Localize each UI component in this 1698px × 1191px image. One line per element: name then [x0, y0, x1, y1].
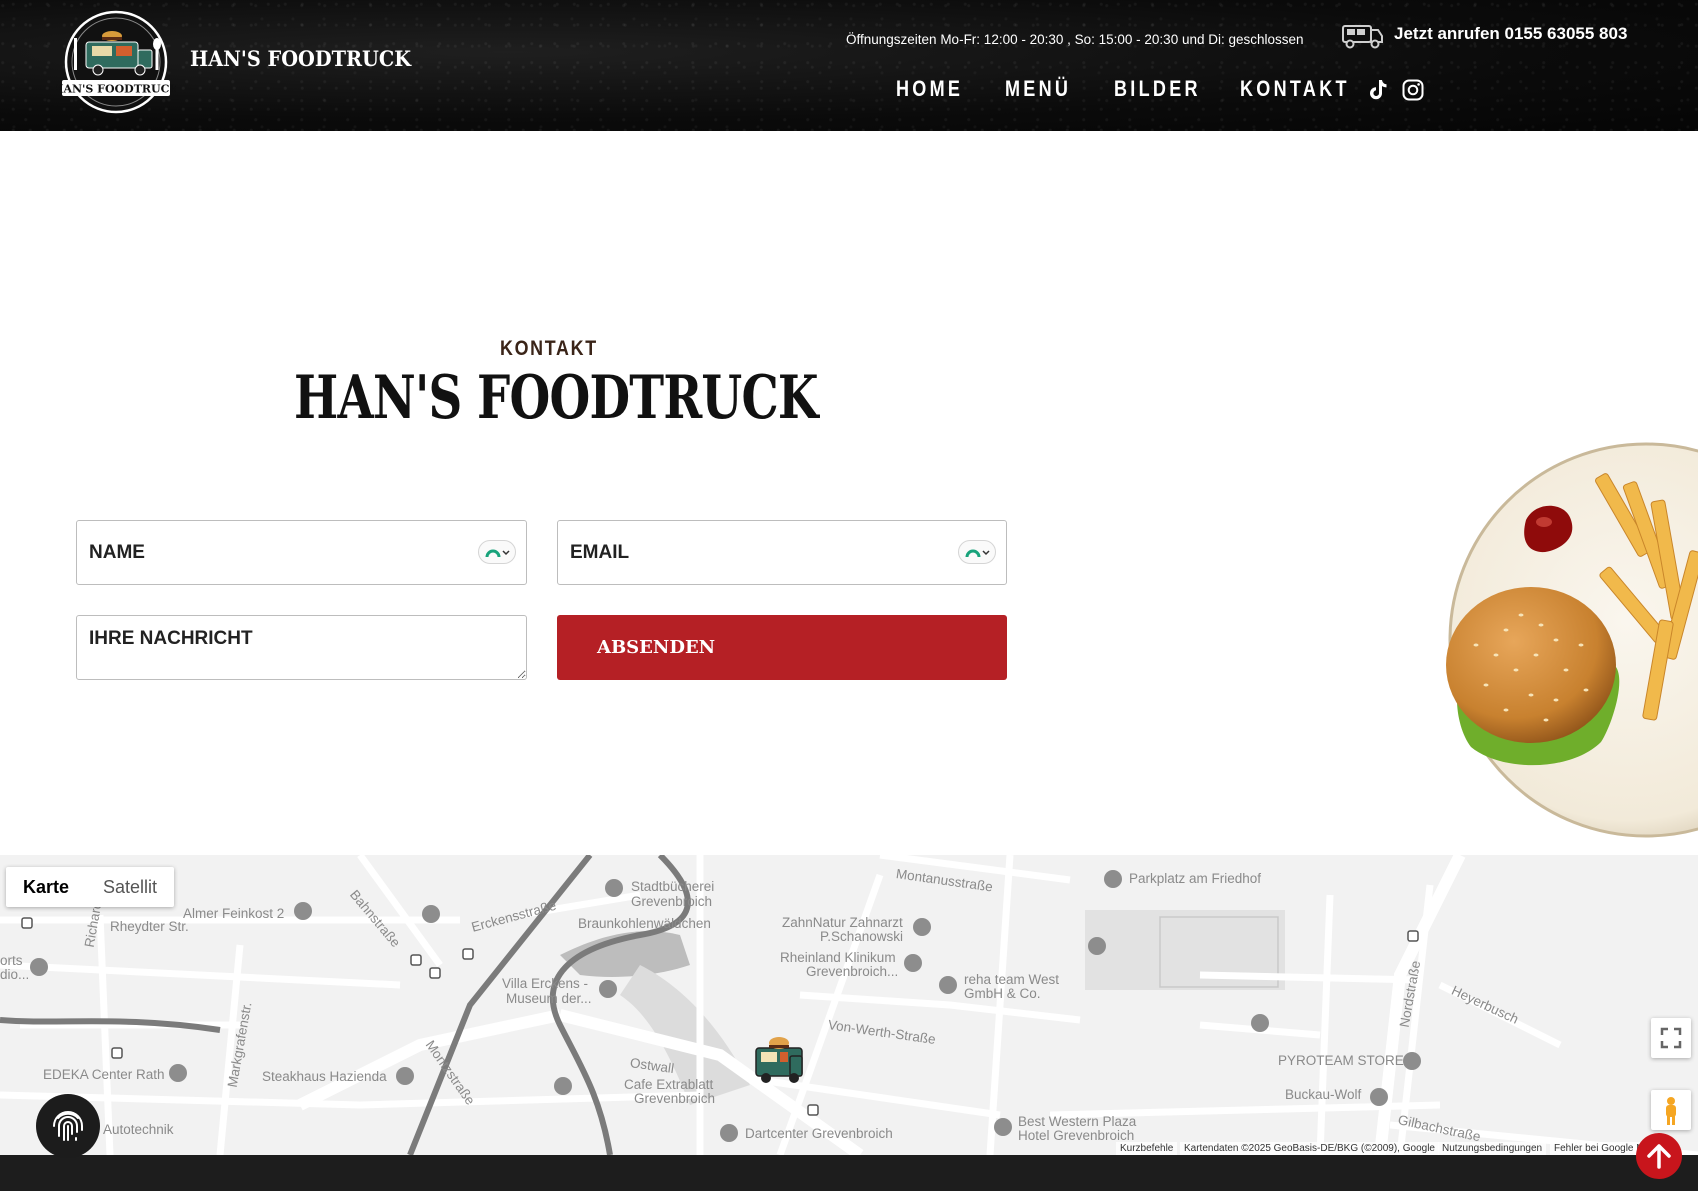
map-label: Rheydter Str.: [110, 919, 189, 934]
map-label: Stadtbücherei: [631, 879, 715, 894]
nav-home[interactable]: HOME: [896, 76, 963, 102]
food-truck-icon: [1342, 25, 1383, 49]
map-label: P.Schanowski: [820, 929, 904, 944]
map-type-satellit[interactable]: Satellit: [86, 867, 174, 907]
map-label: PYROTEAM STORE: [1278, 1053, 1404, 1068]
map-shortcuts-link[interactable]: Kurzbefehle: [1116, 1142, 1178, 1156]
password-manager-icon[interactable]: [958, 540, 996, 564]
opening-hours: Öffnungszeiten Mo-Fr: 12:00 - 20:30 , So…: [846, 32, 1304, 47]
fingerprint-icon: [53, 1111, 83, 1141]
map-type-karte[interactable]: Karte: [6, 867, 86, 907]
map-label: Grevenbroich: [631, 894, 713, 909]
brand-name[interactable]: HAN'S FOODTRUCK: [190, 46, 411, 71]
logo-icon[interactable]: HAN'S FOODTRUCK: [56, 8, 176, 118]
map-label: Museum der...: [506, 991, 592, 1006]
map-label: Grevenbroich: [634, 1091, 716, 1106]
fullscreen-button[interactable]: [1651, 1018, 1691, 1058]
burger-plate-image: [1446, 440, 1698, 840]
map-label: dio...: [0, 967, 30, 982]
map-label: Grevenbroich...: [806, 964, 899, 979]
page-title: HAN'S FOODTRUCK: [294, 363, 819, 433]
map-label: GmbH & Co.: [964, 986, 1041, 1001]
section-eyebrow: KONTAKT: [500, 337, 598, 360]
logo-text: HAN'S FOODTRUCK: [56, 83, 176, 96]
map-terms-link[interactable]: Nutzungsbedingungen: [1438, 1142, 1547, 1156]
map-label: Braunkohlenwäldchen: [578, 916, 711, 931]
nav-menu[interactable]: MENÜ: [1005, 76, 1071, 102]
name-field[interactable]: [77, 521, 526, 584]
nav-kontakt[interactable]: KONTAKT: [1240, 76, 1350, 102]
map-label: Dartcenter Grevenbroich: [745, 1126, 893, 1141]
submit-button[interactable]: ABSENDEN: [557, 615, 1007, 680]
footer: [0, 1155, 1698, 1191]
site-header: HAN'S FOODTRUCK HAN'S FOODTRUCK Öffnungs…: [0, 0, 1698, 131]
pegman-icon: [1666, 1097, 1676, 1125]
street-view-button[interactable]: [1651, 1090, 1691, 1130]
nav-bilder[interactable]: BILDER: [1114, 76, 1201, 102]
arrow-up-icon: [1647, 1144, 1671, 1169]
map-label: EDEKA Center Rath: [43, 1067, 165, 1082]
map-label: Villa Erckens -: [502, 976, 589, 991]
message-field-wrapper: [76, 615, 527, 680]
cookie-settings-button[interactable]: [36, 1094, 100, 1158]
map-label: Parkplatz am Friedhof: [1129, 871, 1262, 886]
password-manager-icon[interactable]: [478, 540, 516, 564]
map-label: Autotechnik: [103, 1122, 174, 1137]
scroll-to-top-button[interactable]: [1636, 1133, 1682, 1179]
email-field[interactable]: [558, 521, 1006, 584]
instagram-icon[interactable]: [1401, 78, 1425, 102]
call-link[interactable]: Jetzt anrufen 0155 63055 803: [1394, 24, 1627, 44]
fullscreen-icon: [1660, 1027, 1682, 1049]
tiktok-icon[interactable]: [1365, 78, 1389, 102]
email-field-wrapper: [557, 520, 1007, 585]
google-map[interactable]: Almer Feinkost 2 Rheydter Str. Richard B…: [0, 855, 1698, 1155]
map-data-attribution: Kartendaten ©2025 GeoBasis-DE/BKG (©2009…: [1180, 1142, 1439, 1156]
map-label: Almer Feinkost 2: [183, 906, 285, 921]
map-type-toggle: Karte Satellit: [6, 867, 175, 907]
message-field[interactable]: [77, 616, 526, 679]
map-label: Buckau-Wolf: [1285, 1087, 1362, 1102]
name-field-wrapper: [76, 520, 527, 585]
map-label: Steakhaus Hazienda: [262, 1069, 387, 1084]
